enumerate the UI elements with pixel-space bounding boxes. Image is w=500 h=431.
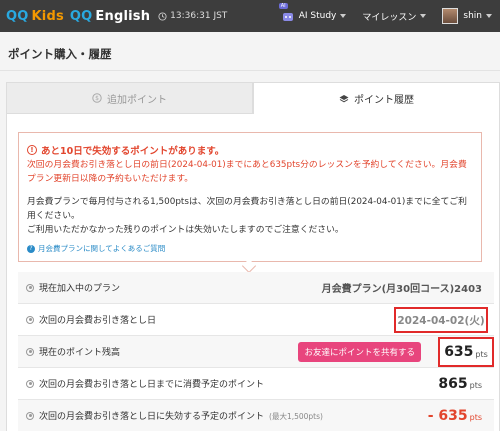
- ai-robot-icon: AI: [278, 3, 295, 23]
- consume-value: 865: [438, 375, 468, 392]
- next-billing-label: 次回の月会費お引き落とし日: [39, 316, 157, 326]
- bullet-icon: [26, 379, 34, 388]
- title-divider: [0, 70, 500, 71]
- faq-link-text: 月会費プランに関してよくあるご質問: [38, 244, 166, 253]
- alert-icon: !: [27, 145, 37, 155]
- consume-value-group: 865 pts: [438, 376, 482, 392]
- notice-body: 月会費プランで毎月付与される1,500ptsは、次回の月会費お引き落とし日の前日…: [27, 195, 475, 237]
- question-icon: ?: [27, 244, 35, 253]
- expire-note: (最大1,500pts): [269, 412, 323, 421]
- plan-row: 現在加入中のプラン 月会費プラン(月30回コース)2403: [18, 272, 494, 304]
- dollar-circle-icon: $: [92, 93, 102, 103]
- bullet-icon: [26, 411, 34, 420]
- ai-study-label: AI Study: [298, 11, 337, 21]
- bullet-icon: [26, 283, 34, 292]
- bullet-icon: [26, 315, 34, 324]
- layers-icon: [339, 94, 349, 104]
- next-billing-row: 次回の月会費お引き落とし日 2024-04-02(火): [18, 304, 494, 336]
- logo-english: English: [95, 8, 151, 24]
- expiry-notice: ! あと10日で失効するポイントがあります。 次回の月会費お引き落とし日の前日(…: [18, 132, 482, 262]
- user-name: shin: [463, 11, 482, 21]
- expire-label-group: 次回の月会費お引き落とし日に失効する予定のポイント (最大1,500pts): [39, 409, 323, 422]
- consume-label: 次回の月会費お引き落とし日までに消費予定のポイント: [39, 380, 265, 390]
- page-title: ポイント購入・履歴: [8, 47, 112, 61]
- consume-unit: pts: [469, 380, 482, 390]
- chevron-down-icon: [340, 14, 347, 18]
- next-billing-date-text: 2024-04-02(火): [397, 314, 485, 327]
- ai-badge: AI: [278, 3, 288, 9]
- tab-bar: $ 追加ポイント ポイント履歴: [6, 82, 500, 114]
- tab-add-points[interactable]: $ 追加ポイント: [6, 82, 253, 114]
- expire-row: 次回の月会費お引き落とし日に失効する予定のポイント (最大1,500pts) - …: [18, 400, 494, 431]
- logo-qq: QQ: [6, 8, 29, 24]
- avatar: [442, 8, 459, 24]
- expire-label: 次回の月会費お引き落とし日に失効する予定のポイント: [39, 412, 265, 422]
- plan-label: 現在加入中のプラン: [39, 284, 121, 294]
- bullet-icon: [26, 347, 34, 356]
- notice-body-line-1: 月会費プランで毎月付与される1,500ptsは、次回の月会費お引き落とし日の前日…: [27, 197, 467, 221]
- expire-unit: pts: [469, 412, 482, 422]
- my-lesson-label: マイレッスン: [362, 12, 417, 23]
- notice-headline: ! あと10日で失効するポイントがあります。: [27, 143, 224, 157]
- tab-add-points-label: 追加ポイント: [107, 94, 167, 106]
- my-lesson-menu[interactable]: マイレッスン: [354, 0, 434, 32]
- consume-row: 次回の月会費お引き落とし日までに消費予定のポイント 865 pts: [18, 368, 494, 400]
- chevron-down-icon: [486, 14, 492, 18]
- point-summary-list: 現在加入中のプラン 月会費プラン(月30回コース)2403 次回の月会費お引き落…: [18, 272, 494, 431]
- qq-kids-english-logo[interactable]: QQ Kids QQ English: [6, 9, 150, 24]
- balance-value: 635: [444, 344, 474, 360]
- clock-icon: [158, 11, 167, 21]
- balance-label: 現在のポイント残高: [39, 348, 121, 358]
- time-text: 13:36:31 JST: [170, 11, 228, 21]
- top-nav-bar: QQ Kids QQ English 13:36:31 JST AI AI St…: [0, 0, 500, 32]
- balance-row: 現在のポイント残高 お友達にポイントを共有する 635 pts: [18, 336, 494, 368]
- faq-link[interactable]: ? 月会費プランに関してよくあるご質問: [27, 243, 165, 254]
- next-billing-date: 2024-04-02(火): [394, 307, 488, 333]
- logo-kids: Kids: [31, 8, 64, 24]
- expire-value: - 635: [427, 407, 468, 424]
- expire-value-group: - 635 pts: [428, 408, 482, 424]
- user-menu[interactable]: shin: [434, 0, 500, 32]
- current-time: 13:36:31 JST: [158, 11, 227, 21]
- balance-value-box: 635 pts: [438, 337, 494, 367]
- logo-qq-english-qq: QQ: [69, 8, 93, 24]
- notice-headline-text: あと10日で失効するポイントがあります。: [41, 146, 225, 157]
- tab-point-history-label: ポイント履歴: [354, 95, 414, 106]
- notice-red-text: 次回の月会費お引き落とし日の前日(2024-04-01)までにあと635pts分…: [27, 160, 467, 184]
- plan-value: 月会費プラン(月30回コース)2403: [321, 284, 482, 295]
- balance-unit: pts: [475, 349, 488, 359]
- share-points-button[interactable]: お友達にポイントを共有する: [298, 342, 421, 362]
- nav-right: AI AI Study マイレッスン shin: [273, 0, 500, 32]
- chevron-down-icon: [420, 14, 427, 18]
- ai-study-menu[interactable]: AI AI Study: [273, 0, 355, 32]
- svg-text:$: $: [95, 95, 99, 102]
- notice-body-line-2: ご利用いただかなかった残りのポイントは失効いたしますのでご注意ください。: [27, 225, 344, 235]
- tab-point-history[interactable]: ポイント履歴: [253, 82, 500, 114]
